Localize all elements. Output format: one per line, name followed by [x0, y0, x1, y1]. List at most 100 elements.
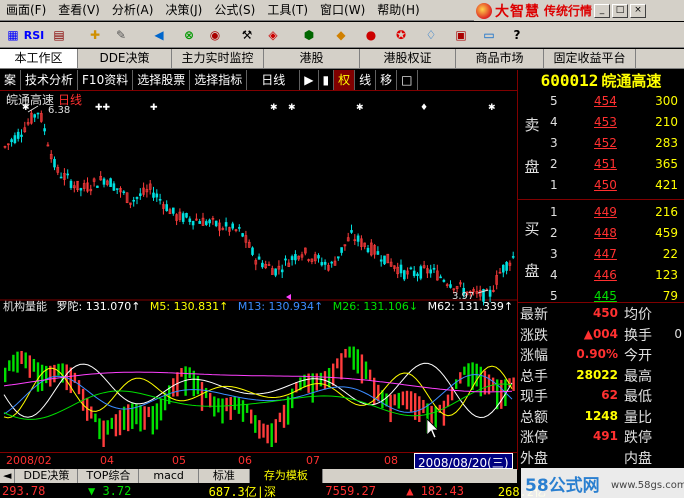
bottom-tab-active[interactable]: 存为模板 [249, 469, 323, 483]
menu-item[interactable]: 帮助(H) [371, 0, 425, 20]
pause-icon[interactable]: ▮ [318, 70, 335, 90]
candle-body [350, 230, 353, 233]
menu-item[interactable]: 分析(A) [106, 0, 160, 20]
shield-icon[interactable]: ⬢ [298, 25, 320, 45]
tab-dde[interactable]: DDE决策 [78, 49, 172, 68]
ask-price[interactable]: 453 [594, 115, 617, 129]
ask-price[interactable]: 450 [594, 178, 617, 192]
osc-bar [409, 391, 413, 412]
tab-arrow-icon[interactable]: ◄ [0, 469, 16, 483]
brand-name: 大智慧 [495, 3, 540, 20]
candle-body [132, 199, 135, 202]
candle-body [66, 173, 69, 176]
news-icon[interactable]: ▣ [450, 25, 472, 45]
workspace-tabs: 本工作区 DDE决策 主力实时监控 港股 港股权证 商品市场 固定收益平台 [0, 49, 684, 69]
menu-item[interactable]: 决策(J) [159, 0, 208, 20]
osc-bar [118, 410, 122, 436]
tab-hk-warrant[interactable]: 港股权证 [360, 49, 456, 68]
select-indicator-button[interactable]: 选择指标 [190, 70, 248, 90]
bottom-tab[interactable]: 标准 [199, 469, 250, 483]
stat-row: 最新 450 均价 [518, 304, 684, 323]
ask-price[interactable]: 451 [594, 157, 617, 171]
help-icon[interactable]: ? [506, 25, 528, 45]
stock-code: 600012 [540, 71, 599, 90]
ask-price[interactable]: 454 [594, 94, 617, 108]
bottom-tab[interactable]: macd [139, 469, 199, 483]
bid-price[interactable]: 447 [594, 247, 617, 261]
candle-body [231, 223, 234, 229]
indicator-name: 机构量能 [3, 299, 47, 313]
candle-body [449, 284, 452, 288]
osc-bar [483, 370, 487, 395]
candle-body [419, 266, 423, 279]
chart-icon[interactable]: ◈ [262, 25, 284, 45]
osc-bar [418, 396, 421, 423]
period-select[interactable]: 日线 [247, 70, 301, 90]
buy-label: 买 [524, 220, 540, 238]
minimize-button[interactable]: _ [594, 3, 611, 18]
candle-body [399, 264, 403, 274]
ruler-icon[interactable]: ✎ [110, 25, 132, 45]
menu-item[interactable]: 查看(V) [52, 0, 106, 20]
osc-bar [188, 367, 191, 379]
grid-icon[interactable]: ▦ [2, 25, 24, 45]
bottom-tab[interactable]: DDE决策 [15, 469, 79, 483]
sell-label: 盘 [524, 158, 540, 176]
tools-icon[interactable]: ⚒ [236, 25, 258, 45]
bell-icon[interactable]: ♢ [420, 25, 442, 45]
toggle-icon[interactable]: ◉ [204, 25, 226, 45]
maximize-button[interactable]: □ [612, 3, 629, 18]
close-button[interactable]: × [630, 3, 647, 18]
ask-row: 3 452 283 [518, 134, 684, 153]
play-icon[interactable]: ▶ [300, 70, 319, 90]
tech-analysis-button[interactable]: 技术分析 [21, 70, 79, 90]
osc-bar [180, 368, 183, 377]
candle-body [198, 221, 201, 224]
kline-chart[interactable]: ✱ ✚✚ ✚ ✱ ✱ ✱ ♦ ✱ 皖通高速 日线 6.38 3.97 机构量能 罗陀: 131… [0, 92, 517, 452]
tab-workspace[interactable]: 本工作区 [0, 49, 78, 68]
table-icon[interactable]: ▤ [48, 25, 70, 45]
bid-price[interactable]: 448 [594, 226, 617, 240]
line-button[interactable]: 线 [355, 70, 377, 90]
tab-fixed-income[interactable]: 固定收益平台 [544, 49, 636, 68]
tab-monitor[interactable]: 主力实时监控 [172, 49, 264, 68]
osc-bar [315, 373, 318, 391]
osc-bar [155, 403, 159, 430]
tab-hk[interactable]: 港股 [264, 49, 360, 68]
brand-logo-icon [476, 2, 492, 19]
diamond-icon[interactable]: ◆ [330, 25, 352, 45]
menu-item[interactable]: 公式(S) [208, 0, 261, 20]
tab-commodity[interactable]: 商品市场 [456, 49, 544, 68]
candle-body [158, 198, 162, 201]
record-icon[interactable]: ● [360, 25, 382, 45]
quote-panel: 5 454 300 4 453 210 3 452 283 2 451 365 … [518, 92, 684, 470]
bar2-item[interactable]: 案 [0, 70, 22, 90]
ask-price[interactable]: 452 [594, 136, 617, 150]
select-stock-button[interactable]: 选择股票 [133, 70, 191, 90]
menu-item[interactable]: 窗口(W) [314, 0, 371, 20]
stat-row: 涨跌 ▲004 换手 0 [518, 325, 684, 344]
date-label: 05 [172, 454, 186, 467]
menu-item[interactable]: 工具(T) [261, 0, 314, 20]
monitor-icon[interactable]: ▭ [478, 25, 500, 45]
rsi-button[interactable]: RSI [22, 25, 46, 45]
osc-bar [159, 398, 163, 421]
osc-bar [360, 354, 364, 384]
crosshair-icon[interactable]: ✚ [84, 25, 106, 45]
hot-icon[interactable]: ✪ [390, 25, 412, 45]
box-icon[interactable]: □ [397, 70, 418, 90]
candle-body [188, 218, 192, 223]
bid-price[interactable]: 446 [594, 268, 617, 282]
osc-bar [20, 350, 23, 364]
osc-bar [12, 354, 15, 372]
menu-item[interactable]: 画面(F) [0, 0, 52, 20]
bottom-tab[interactable]: TOP综合 [78, 469, 140, 483]
candle-body [165, 204, 168, 212]
indicator-icon[interactable]: ⊗ [178, 25, 200, 45]
bid-price[interactable]: 449 [594, 205, 617, 219]
scroll-left-icon[interactable]: ◀ [148, 25, 170, 45]
bid-price[interactable]: 445 [594, 289, 617, 303]
f10-button[interactable]: F10资料 [78, 70, 134, 90]
rights-button[interactable]: 权 [334, 70, 356, 90]
move-button[interactable]: 移 [376, 70, 398, 90]
